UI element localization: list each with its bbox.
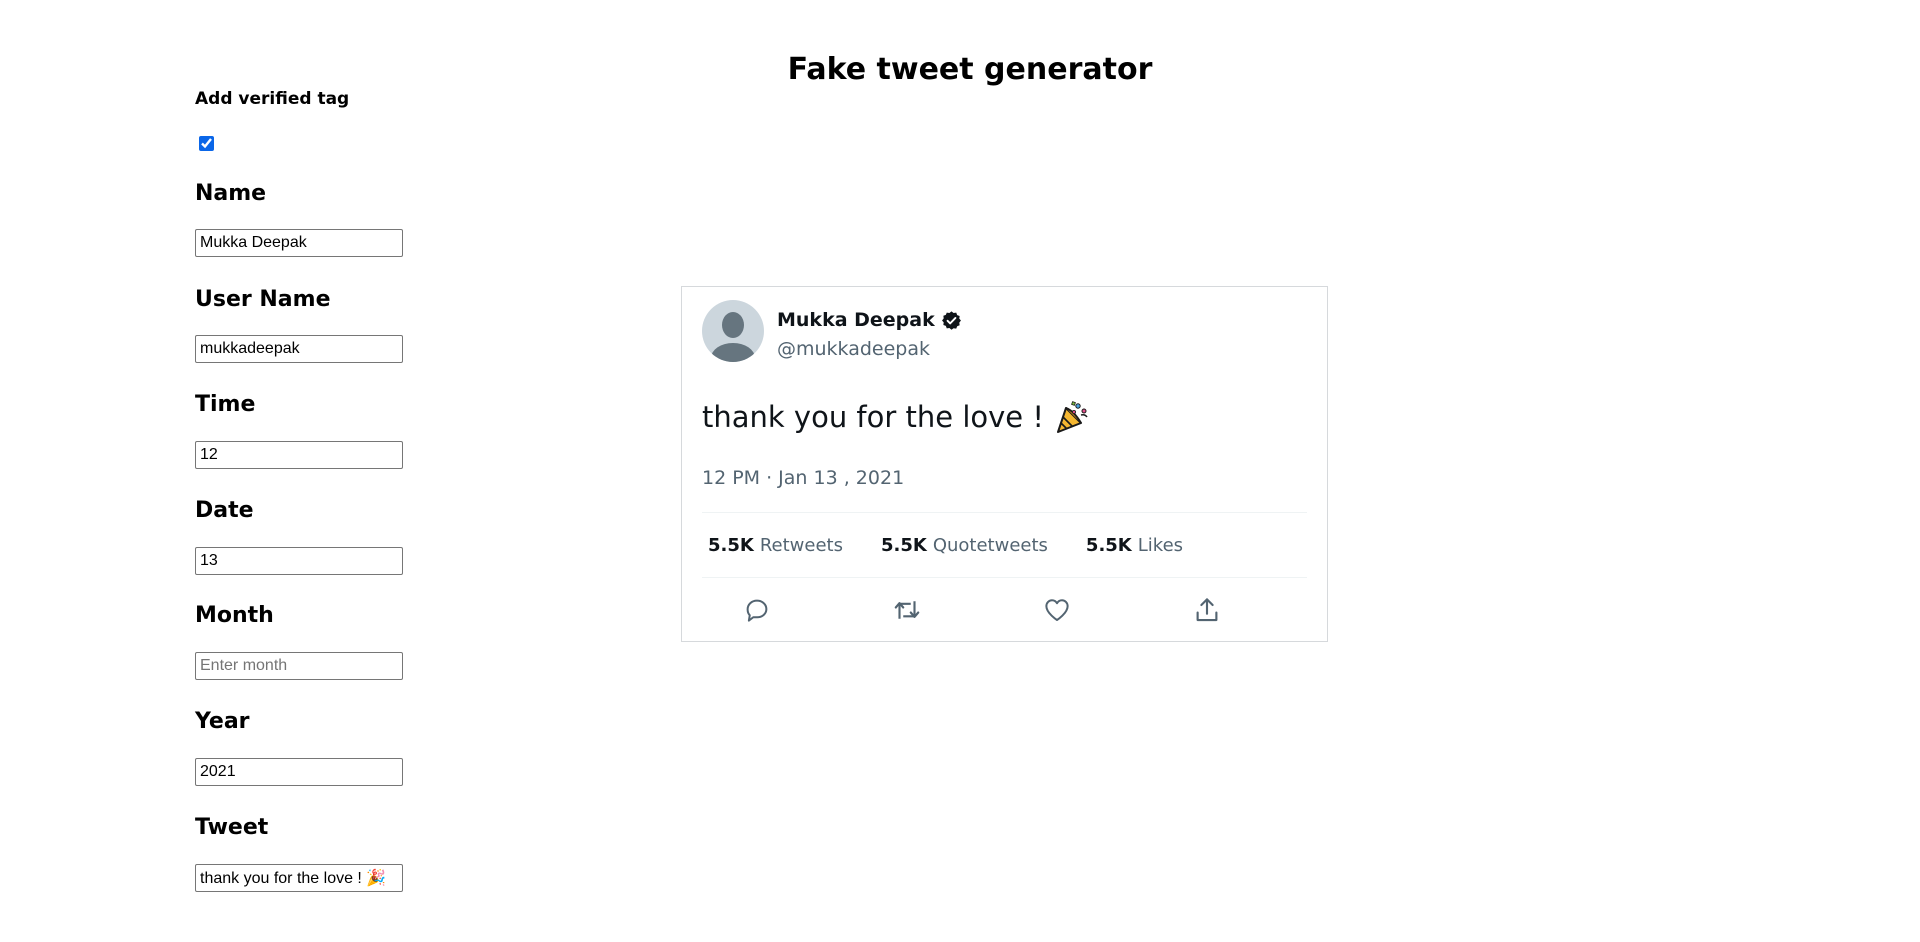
- tweet-handle: @mukkadeepak: [777, 338, 931, 360]
- likes-stat[interactable]: 5.5K Likes: [1086, 535, 1183, 556]
- retweets-stat[interactable]: 5.5K Retweets: [708, 535, 843, 556]
- stats-top-divider: [702, 512, 1307, 513]
- month-input[interactable]: [195, 652, 403, 680]
- tweet-input[interactable]: [195, 864, 403, 892]
- tweet-text-content: thank you for the love !: [702, 400, 1044, 434]
- quotetweets-count: 5.5K: [880, 535, 927, 556]
- share-icon[interactable]: [1192, 595, 1222, 625]
- name-label: Name: [195, 181, 267, 206]
- username-input[interactable]: [195, 335, 403, 363]
- verified-tag-checkbox[interactable]: [199, 136, 214, 151]
- quotetweets-label: Quotetweets: [932, 535, 1048, 556]
- party-popper-icon: [1056, 401, 1088, 433]
- name-input[interactable]: [195, 229, 403, 257]
- time-input[interactable]: [195, 441, 403, 469]
- retweets-count: 5.5K: [708, 535, 754, 556]
- year-label: Year: [195, 709, 250, 734]
- heart-icon[interactable]: [1042, 595, 1072, 625]
- quotetweets-stat[interactable]: 5.5K Quotetweets: [881, 535, 1048, 556]
- tweet-label: Tweet: [195, 815, 269, 840]
- tweet-text: thank you for the love !: [702, 399, 1090, 435]
- year-input[interactable]: [195, 758, 403, 786]
- actions-top-divider: [702, 577, 1307, 578]
- date-label: Date: [195, 498, 254, 523]
- tweet-stats: 5.5K Retweets 5.5K Quotetweets 5.5K Likes: [708, 535, 1221, 556]
- month-label: Month: [195, 603, 274, 628]
- page-title: Fake tweet generator: [787, 52, 1153, 87]
- likes-count: 5.5K: [1085, 535, 1132, 556]
- verified-badge-icon: [941, 310, 961, 330]
- date-input[interactable]: [195, 547, 403, 575]
- time-label: Time: [195, 392, 256, 417]
- default-avatar-icon: [702, 300, 764, 362]
- tweet-actions: [742, 595, 1282, 627]
- likes-label: Likes: [1137, 535, 1184, 556]
- verified-tag-label: Add verified tag: [195, 89, 350, 109]
- tweet-preview-card: Mukka Deepak @mukkadeepak thank you for …: [681, 286, 1328, 642]
- display-name-text: Mukka Deepak: [777, 309, 935, 331]
- username-label: User Name: [195, 287, 331, 312]
- retweets-label: Retweets: [759, 535, 843, 556]
- tweet-timestamp: 12 PM · Jan 13 , 2021: [702, 467, 905, 489]
- retweet-icon[interactable]: [892, 595, 922, 625]
- reply-icon[interactable]: [742, 595, 772, 625]
- tweet-display-name: Mukka Deepak: [777, 309, 962, 331]
